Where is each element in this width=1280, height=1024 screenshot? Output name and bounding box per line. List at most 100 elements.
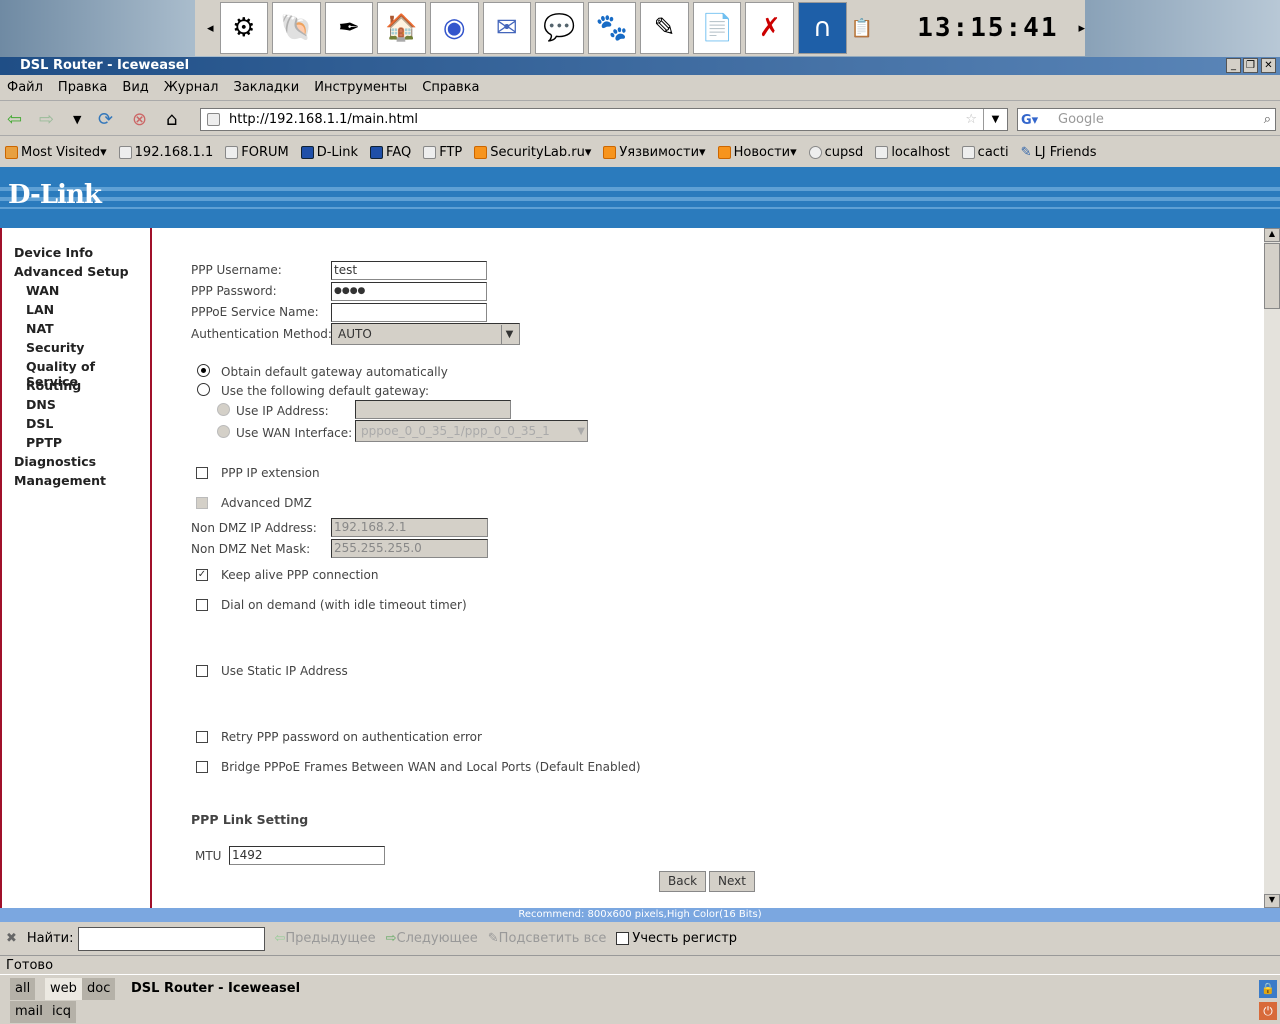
bookmark-localhost[interactable]: localhost [875,140,950,165]
sidebar-item-device-info[interactable]: Device Info [14,245,93,260]
home-launcher-icon[interactable]: 🏠 [377,2,426,54]
power-icon[interactable]: ⏻ [1259,1002,1277,1020]
auth-method-select[interactable]: AUTO ▼ [331,323,520,345]
page-scrollbar[interactable]: ▲ ▼ [1264,228,1280,908]
reload-icon[interactable]: ⟳ [98,109,113,130]
maximize-button[interactable]: ❐ [1243,58,1258,73]
office-launcher-icon[interactable]: 📄 [692,2,742,54]
bookmark-faq[interactable]: FAQ [370,140,411,165]
bookmark-ftp[interactable]: FTP [423,140,462,165]
gimp-launcher-icon[interactable]: 🐾 [587,2,637,54]
system-tray-icons[interactable]: 📋 [851,18,898,39]
forward-icon[interactable]: ⇨ [39,109,54,130]
menu-help[interactable]: Справка [422,77,479,98]
search-icon[interactable]: ⌕ [1264,109,1271,130]
home-icon[interactable]: ⌂ [166,109,177,130]
bookmark-192-168-1-1[interactable]: 192.168.1.1 [118,140,213,165]
menu-edit[interactable]: Правка [58,77,107,98]
pdf-launcher-icon[interactable]: ✗ [745,2,795,54]
sidebar-item-management[interactable]: Management [14,473,106,488]
sidebar-item-pptp[interactable]: PPTP [26,435,62,450]
url-dropdown-icon[interactable]: ▼ [983,109,1007,130]
highlight-all-button[interactable]: ✎Подсветить все [488,931,607,946]
konsole-launcher-icon[interactable]: 🐚 [272,2,321,54]
desktop-mail[interactable]: mail [10,1001,48,1023]
lock-icon[interactable]: 🔒 [1259,980,1277,998]
bookmark-forum[interactable]: FORUM [225,140,289,165]
url-bar[interactable]: http://192.168.1.1/main.html ☆ ▼ [200,108,1008,131]
sidebar-item-dsl[interactable]: DSL [26,416,53,431]
sidebar-item-nat[interactable]: NAT [26,321,54,336]
static-ip-checkbox[interactable] [196,665,208,677]
menu-file[interactable]: Файл [7,77,43,98]
password-input[interactable]: ●●●● [331,282,487,301]
bookmark-lj-friends[interactable]: ✎ LJ Friends [1021,140,1097,165]
gateway-auto-radio[interactable] [197,364,210,377]
bookmark-dlink[interactable]: D-Link [300,140,358,165]
desktop-doc[interactable]: doc [82,978,116,1000]
menu-tools[interactable]: Инструменты [314,77,407,98]
gateway-ip-input[interactable] [355,400,511,419]
username-input[interactable]: test [331,261,487,280]
scroll-up-arrow[interactable]: ▲ [1264,228,1280,242]
bookmark-vulnerabilities[interactable]: Уязвимости▾ [603,140,706,165]
bookmark-cupsd[interactable]: cupsd [808,140,863,165]
menu-history[interactable]: Журнал [164,77,219,98]
close-find-icon[interactable]: ✖ [6,931,17,946]
find-next-button[interactable]: ⇨Следующее [386,931,478,946]
service-name-input[interactable] [331,303,487,322]
desktop-web[interactable]: web [45,978,82,1000]
stop-icon[interactable]: ⊗ [132,109,147,130]
sidebar-item-dns[interactable]: DNS [26,397,56,412]
menu-view[interactable]: Вид [122,77,148,98]
bookmark-most-visited[interactable]: Most Visited▾ [5,140,107,165]
sidebar-item-security[interactable]: Security [26,340,84,355]
non-dmz-ip-input[interactable]: 192.168.2.1 [331,518,488,537]
advanced-dmz-checkbox[interactable] [196,497,208,509]
wireshark-launcher-icon[interactable]: ∩ [798,2,847,54]
sidebar-item-lan[interactable]: LAN [26,302,54,317]
sidebar-item-diagnostics[interactable]: Diagnostics [14,454,96,469]
keepalive-checkbox[interactable]: ✓ [196,569,208,581]
find-input[interactable] [77,926,265,951]
next-button[interactable]: Next [709,871,755,892]
bookmark-star-icon[interactable]: ☆ [965,109,977,130]
find-previous-button[interactable]: ⇦Предыдущее [275,931,376,946]
bookmark-securitylab[interactable]: SecurityLab.ru▾ [474,140,591,165]
bookmark-news[interactable]: Новости▾ [717,140,797,165]
dial-on-demand-checkbox[interactable] [196,599,208,611]
desktop-all[interactable]: all [10,978,36,1000]
back-button[interactable]: Back [659,871,707,892]
ppp-ip-extension-checkbox[interactable] [196,467,208,479]
sidebar-item-wan[interactable]: WAN [26,283,59,298]
kmail-launcher-icon[interactable]: ✉ [482,2,532,54]
panel-left-arrow[interactable]: ◂ [207,21,214,36]
use-ip-radio[interactable] [217,403,230,416]
editor-launcher-icon[interactable]: ✒ [324,2,374,54]
sidebar-item-routing[interactable]: Routing [26,378,81,393]
back-icon[interactable]: ⇦ [7,109,22,130]
bridge-pppoe-checkbox[interactable] [196,761,208,773]
kde-launcher-icon[interactable]: ⚙ [219,2,269,54]
gateway-manual-radio[interactable] [197,383,210,396]
menu-bookmarks[interactable]: Закладки [234,77,300,98]
search-input[interactable]: G▾ Google ⌕ [1017,108,1276,131]
non-dmz-mask-input[interactable]: 255.255.255.0 [331,539,488,558]
pidgin-launcher-icon[interactable]: 💬 [535,2,584,54]
desktop-icq[interactable]: icq [47,1001,77,1023]
scroll-down-arrow[interactable]: ▼ [1264,894,1280,908]
inkscape-launcher-icon[interactable]: ✎ [640,2,689,54]
retry-password-checkbox[interactable] [196,731,208,743]
use-wan-radio[interactable] [217,425,230,438]
taskbar-task-iceweasel[interactable]: DSL Router - Iceweasel [131,981,300,996]
browser-launcher-icon[interactable]: ◉ [429,2,479,54]
scrollbar-thumb[interactable] [1264,243,1280,309]
panel-right-arrow[interactable]: ▸ [1078,21,1085,36]
match-case-checkbox[interactable]: Учесть регистр [616,931,737,946]
minimize-button[interactable]: _ [1226,58,1241,73]
bookmark-cacti[interactable]: cacti [961,140,1009,165]
google-engine-icon[interactable]: G▾ [1021,110,1038,131]
sidebar-item-advanced-setup[interactable]: Advanced Setup [14,264,129,279]
close-button[interactable]: ✕ [1261,58,1276,73]
mtu-input[interactable]: 1492 [229,846,385,865]
